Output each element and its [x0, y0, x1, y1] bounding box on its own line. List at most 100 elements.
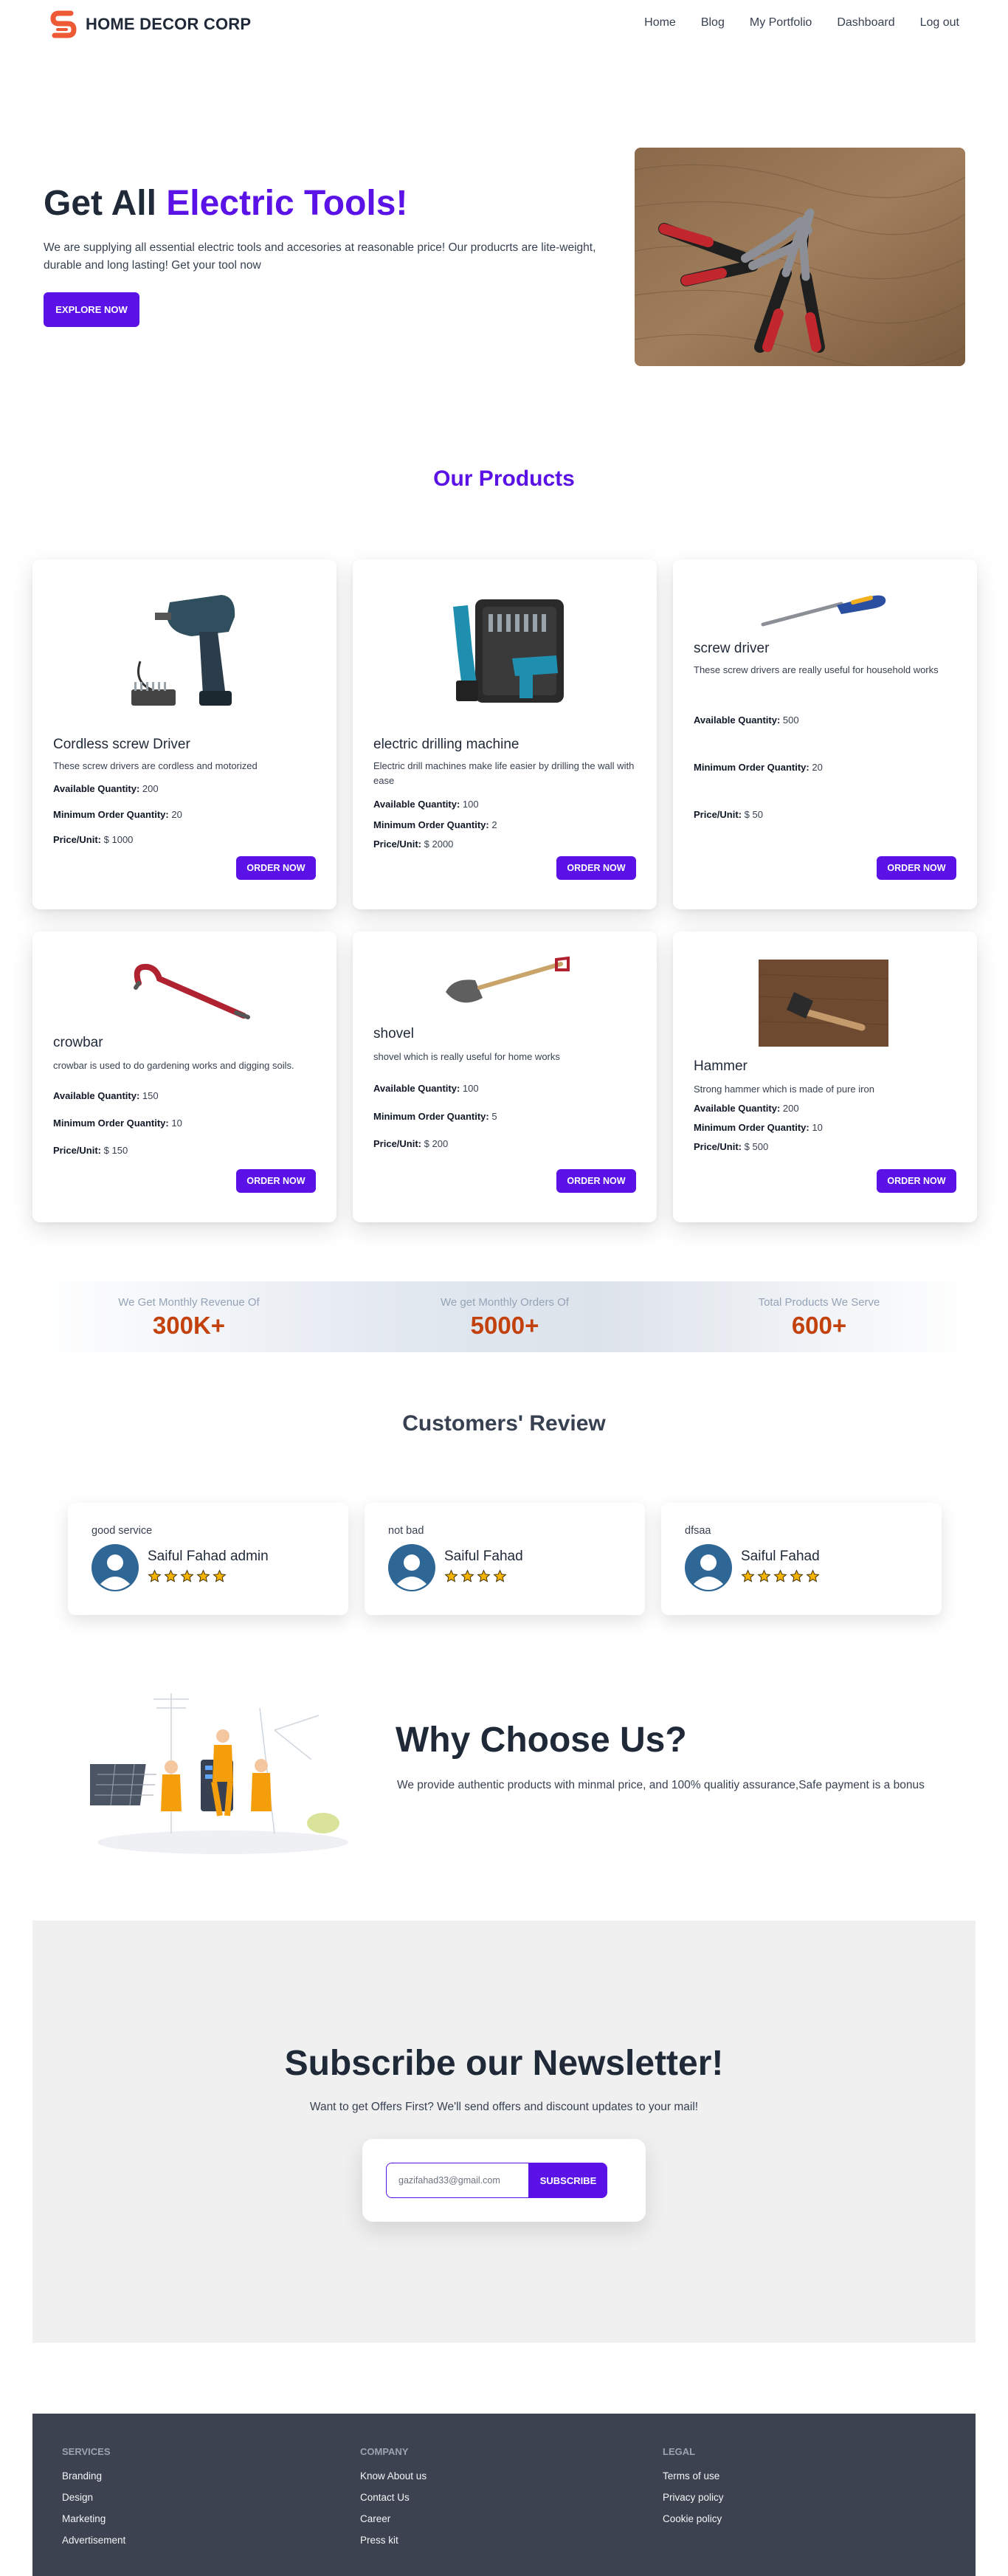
brand[interactable]: HOME DECOR CORP: [49, 9, 251, 40]
available-value: 200: [782, 1103, 799, 1114]
minimum-value: 10: [812, 1122, 823, 1133]
order-now-button[interactable]: ORDER NOW: [556, 1169, 636, 1193]
footer-link[interactable]: Know About us: [360, 2470, 427, 2482]
review-rating: [148, 1569, 227, 1583]
review-card: dfsaa Saiful Fahad: [661, 1503, 942, 1615]
star-icon: [148, 1569, 162, 1583]
review-author: Saiful Fahad: [741, 1549, 820, 1564]
footer: SERVICES Branding Design Marketing Adver…: [32, 2414, 976, 2576]
hero-image-pliers: [635, 148, 965, 366]
product-description: Electric drill machines make life easier…: [373, 760, 635, 786]
page: HOME DECOR CORP Home Blog My Portfolio D…: [0, 0, 1008, 2576]
subscribe-button[interactable]: SUBSCRIBE: [529, 2163, 607, 2198]
why-title: Why Choose Us?: [396, 1721, 687, 1760]
product-minimum: Minimum Order Quantity: 20: [694, 762, 823, 773]
footer-link[interactable]: Terms of use: [663, 2470, 724, 2482]
available-label: Available Quantity:: [53, 783, 140, 794]
hammer-image: [759, 960, 888, 1047]
footer-link[interactable]: Contact Us: [360, 2492, 427, 2503]
price-value: $ 1000: [103, 834, 134, 845]
product-price: Price/Unit: $ 150: [53, 1145, 128, 1156]
available-label: Available Quantity:: [53, 1090, 140, 1101]
nav-portfolio-link[interactable]: My Portfolio: [750, 16, 812, 30]
product-card: screw driver These screw drivers are rea…: [673, 559, 977, 909]
product-available: Available Quantity: 200: [694, 1103, 799, 1114]
minimum-label: Minimum Order Quantity:: [694, 762, 809, 773]
product-name: Cordless screw Driver: [53, 737, 190, 752]
email-input[interactable]: [386, 2163, 529, 2198]
order-now-button[interactable]: ORDER NOW: [236, 1169, 316, 1193]
product-description: shovel which is really useful for home w…: [373, 1051, 560, 1062]
products-title: Our Products: [433, 466, 575, 491]
product-card: electric drilling machine Electric drill…: [353, 559, 657, 909]
user-avatar-icon: [92, 1544, 139, 1591]
stat-label: Total Products We Serve: [758, 1296, 880, 1309]
review-text: dfsaa: [685, 1525, 711, 1537]
stat-label: We get Monthly Orders Of: [441, 1296, 569, 1309]
product-price: Price/Unit: $ 1000: [53, 834, 133, 845]
stat-value: 5000+: [470, 1312, 539, 1339]
review-author: Saiful Fahad: [444, 1549, 523, 1564]
star-icon: [790, 1569, 804, 1583]
explore-now-button[interactable]: EXPLORE NOW: [44, 292, 139, 327]
newsletter-subtitle: Want to get Offers First? We'll send off…: [309, 2101, 699, 2113]
product-description: crowbar is used to do gardening works an…: [53, 1060, 294, 1071]
engineers-illustration: [90, 1693, 348, 1854]
cordless-screwdriver-image: [131, 595, 235, 706]
order-now-button[interactable]: ORDER NOW: [236, 856, 316, 880]
user-avatar-icon: [685, 1544, 732, 1591]
brand-logo-icon: [50, 10, 77, 38]
nav-logout-link[interactable]: Log out: [920, 16, 959, 30]
price-label: Price/Unit:: [373, 838, 422, 850]
footer-link[interactable]: Marketing: [62, 2513, 125, 2524]
footer-link[interactable]: Privacy policy: [663, 2492, 724, 2503]
star-icon: [493, 1569, 507, 1583]
hero-title: Get All Electric Tools!: [44, 183, 407, 224]
order-now-button[interactable]: ORDER NOW: [556, 856, 636, 880]
product-description: These screw drivers are really useful fo…: [694, 664, 939, 675]
product-price: Price/Unit: $ 50: [694, 809, 763, 820]
hero-title-accent: Electric Tools!: [166, 184, 408, 223]
review-text: not bad: [388, 1525, 424, 1537]
available-value: 100: [462, 1083, 479, 1094]
star-icon: [460, 1569, 474, 1583]
star-icon: [164, 1569, 178, 1583]
minimum-value: 20: [171, 809, 182, 820]
stat-label: We Get Monthly Revenue Of: [118, 1296, 260, 1309]
footer-heading: SERVICES: [62, 2446, 111, 2457]
footer-link[interactable]: Cookie policy: [663, 2513, 724, 2524]
minimum-label: Minimum Order Quantity:: [373, 1111, 489, 1122]
product-price: Price/Unit: $ 500: [694, 1141, 768, 1152]
nav-home-link[interactable]: Home: [644, 16, 676, 30]
minimum-label: Minimum Order Quantity:: [373, 819, 489, 830]
product-card: crowbar crowbar is used to do gardening …: [32, 931, 336, 1222]
price-value: $ 50: [744, 809, 763, 820]
available-label: Available Quantity:: [694, 1103, 781, 1114]
review-rating: [741, 1569, 820, 1583]
available-value: 200: [142, 783, 159, 794]
order-now-button[interactable]: ORDER NOW: [877, 856, 956, 880]
star-icon: [477, 1569, 491, 1583]
footer-link[interactable]: Branding: [62, 2470, 125, 2482]
footer-link[interactable]: Advertisement: [62, 2535, 125, 2546]
product-name: electric drilling machine: [373, 737, 519, 752]
footer-company: COMPANY Know About us Contact Us Career …: [360, 2446, 427, 2556]
product-name: shovel: [373, 1026, 414, 1041]
footer-link[interactable]: Press kit: [360, 2535, 427, 2546]
product-card: Hammer Strong hammer which is made of pu…: [673, 931, 977, 1222]
brand-name: HOME DECOR CORP: [86, 15, 252, 33]
minimum-label: Minimum Order Quantity:: [53, 809, 169, 820]
footer-link[interactable]: Career: [360, 2513, 427, 2524]
footer-link[interactable]: Design: [62, 2492, 125, 2503]
stat-orders: We get Monthly Orders Of 5000+: [394, 1296, 615, 1340]
price-value: $ 500: [744, 1141, 769, 1152]
stat-value: 600+: [791, 1312, 847, 1339]
nav-dashboard-link[interactable]: Dashboard: [837, 16, 894, 30]
nav-blog-link[interactable]: Blog: [701, 16, 725, 30]
product-available: Available Quantity: 150: [53, 1090, 159, 1101]
newsletter-form: SUBSCRIBE: [362, 2139, 646, 2222]
product-description: Strong hammer which is made of pure iron: [694, 1084, 874, 1095]
order-now-button[interactable]: ORDER NOW: [877, 1169, 956, 1193]
product-price: Price/Unit: $ 200: [373, 1138, 448, 1149]
star-icon: [213, 1569, 227, 1583]
